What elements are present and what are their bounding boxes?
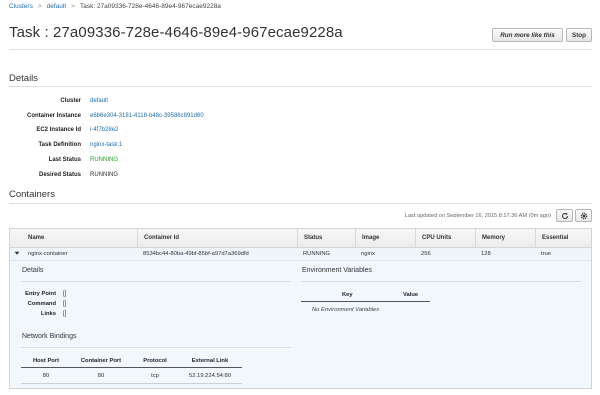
container-cpu-units: 256 bbox=[421, 251, 431, 257]
run-more-like-this-button[interactable]: Run more like this bbox=[492, 28, 563, 42]
detail-row-ec2-instance: EC2 Instance Id i-4f7b28e2 bbox=[0, 127, 300, 137]
network-column-container-port: Container Port bbox=[80, 358, 122, 364]
refresh-icon bbox=[561, 212, 568, 219]
detail-row-task-definition: Task Definition nginx-task:1 bbox=[0, 142, 300, 152]
column-header-memory[interactable]: Memory bbox=[475, 229, 535, 248]
breadcrumb-clusters-link[interactable]: Clusters bbox=[9, 3, 33, 10]
network-protocol: tcp bbox=[151, 373, 159, 379]
links-label: Links bbox=[40, 311, 56, 317]
detail-row-desired-status: Desired Status RUNNING bbox=[0, 172, 300, 182]
breadcrumb-separator: > bbox=[71, 3, 75, 10]
last-status-value: RUNNING bbox=[90, 157, 118, 163]
desired-status-value: RUNNING bbox=[90, 172, 118, 178]
divider bbox=[21, 383, 242, 384]
gear-icon bbox=[580, 212, 587, 219]
breadcrumb-default-link[interactable]: default bbox=[47, 3, 67, 10]
divider bbox=[9, 203, 592, 204]
container-memory: 128 bbox=[481, 251, 491, 257]
divider bbox=[301, 281, 581, 282]
detail-label: Container Instance bbox=[26, 113, 81, 119]
divider bbox=[9, 49, 592, 50]
containers-table: Name Container Id Status Image CPU Units… bbox=[9, 228, 592, 262]
last-updated-text: Last updated on September 16, 2015 8:17:… bbox=[404, 213, 551, 219]
network-container-port: 80 bbox=[97, 373, 105, 379]
env-column-value: Value bbox=[403, 292, 419, 298]
container-name: nginx-container bbox=[28, 251, 68, 257]
table-header: Name Container Id Status Image CPU Units… bbox=[10, 229, 591, 248]
refresh-button[interactable] bbox=[556, 209, 573, 222]
network-host-port: 80 bbox=[42, 373, 50, 379]
stop-button[interactable]: Stop bbox=[566, 28, 592, 42]
detail-label: Task Definition bbox=[38, 142, 81, 148]
network-column-host-port: Host Port bbox=[32, 358, 60, 364]
entry-point-value: [] bbox=[63, 291, 67, 297]
divider bbox=[21, 347, 291, 348]
detail-label: EC2 Instance Id bbox=[36, 127, 81, 133]
network-bindings-heading: Network Bindings bbox=[22, 333, 77, 340]
container-instance-link[interactable]: e6b6e304-3181-4118-b48c-39586c891d60 bbox=[90, 113, 204, 119]
entry-point-label: Entry Point bbox=[25, 291, 56, 297]
detail-label: Cluster bbox=[60, 98, 81, 104]
network-external-link[interactable]: 52.19.224.54:80 bbox=[182, 373, 238, 379]
table-row[interactable]: nginx-container 8534bc44-80ba-49bf-85bf-… bbox=[10, 248, 591, 261]
task-definition-link[interactable]: nginx-task:1 bbox=[90, 142, 122, 148]
container-details-heading: Details bbox=[22, 267, 44, 274]
network-column-protocol: Protocol bbox=[143, 358, 167, 364]
expand-toggle[interactable] bbox=[10, 248, 20, 261]
env-column-key: Key bbox=[342, 292, 353, 298]
divider bbox=[9, 86, 592, 87]
network-column-external-link: External Link bbox=[191, 358, 229, 364]
containers-heading: Containers bbox=[9, 189, 55, 200]
detail-label: Last Status bbox=[48, 157, 81, 163]
links-value: [] bbox=[63, 311, 67, 317]
detail-row-cluster: Cluster default bbox=[0, 98, 300, 108]
container-id: 8534bc44-80ba-49bf-85bf-a97d7a369dfd bbox=[143, 251, 249, 257]
column-header-status[interactable]: Status bbox=[297, 229, 355, 248]
page-title: Task : 27a09336-728e-4646-89e4-967ecae92… bbox=[9, 24, 343, 41]
environment-variables-heading: Environment Variables bbox=[302, 267, 372, 274]
cluster-link[interactable]: default bbox=[90, 98, 108, 104]
command-label: Command bbox=[27, 301, 56, 307]
divider bbox=[21, 367, 242, 368]
settings-button[interactable] bbox=[575, 209, 592, 222]
details-heading: Details bbox=[9, 73, 39, 84]
column-header-image[interactable]: Image bbox=[355, 229, 415, 248]
command-value: [] bbox=[63, 301, 67, 307]
env-empty-message: No Environment Variables bbox=[312, 307, 380, 313]
breadcrumb-separator: > bbox=[37, 3, 42, 10]
detail-label: Desired Status bbox=[38, 172, 81, 178]
ec2-instance-link[interactable]: i-4f7b28e2 bbox=[90, 127, 118, 133]
divider bbox=[301, 301, 430, 302]
caret-down-icon bbox=[14, 252, 20, 256]
column-header-cpu-units[interactable]: CPU Units bbox=[415, 229, 475, 248]
detail-row-container-instance: Container Instance e6b6e304-3181-4118-b4… bbox=[0, 113, 300, 123]
divider bbox=[21, 281, 291, 282]
breadcrumb: Clusters > default > Task: 27a09336-728e-464… bbox=[9, 3, 221, 10]
column-header-container-id[interactable]: Container Id bbox=[137, 229, 297, 248]
container-image: nginx bbox=[361, 251, 375, 257]
breadcrumb-current: Task: 27a09336-728e-4646-89e4-967ecae922… bbox=[79, 3, 221, 10]
container-essential: true bbox=[541, 251, 551, 257]
column-header-essential[interactable]: Essential bbox=[535, 229, 593, 248]
container-status: RUNNING bbox=[303, 251, 331, 257]
detail-row-last-status: Last Status RUNNING bbox=[0, 157, 300, 167]
column-header-name[interactable]: Name bbox=[22, 229, 139, 248]
